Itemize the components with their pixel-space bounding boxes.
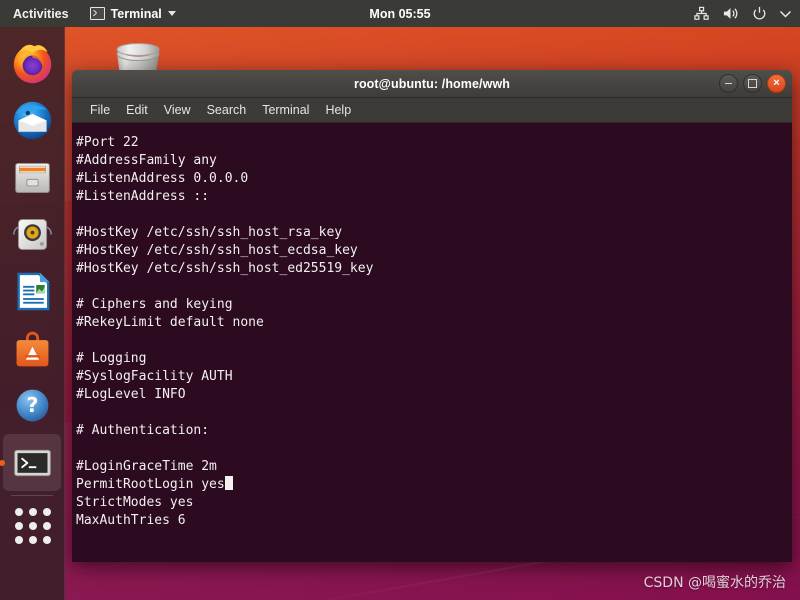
menu-file[interactable]: File bbox=[82, 101, 118, 119]
terminal-line: #ListenAddress 0.0.0.0 bbox=[76, 171, 249, 186]
apps-dot bbox=[42, 521, 51, 530]
chevron-down-icon[interactable] bbox=[780, 10, 791, 18]
dock: ? bbox=[0, 27, 65, 600]
menu-terminal[interactable]: Terminal bbox=[254, 101, 317, 119]
show-applications-button[interactable] bbox=[0, 498, 65, 553]
apps-dot bbox=[28, 535, 37, 544]
menu-help[interactable]: Help bbox=[317, 101, 359, 119]
terminal-text: #Port 22 #AddressFamily any #ListenAddress… bbox=[74, 134, 792, 530]
terminal-line: #LogLevel INFO bbox=[76, 387, 186, 402]
menu-view[interactable]: View bbox=[156, 101, 199, 119]
dock-item-rhythmbox[interactable] bbox=[0, 206, 65, 263]
apps-dot bbox=[28, 507, 37, 516]
dock-item-thunderbird[interactable] bbox=[0, 92, 65, 149]
menu-bar: File Edit View Search Terminal Help bbox=[72, 98, 792, 123]
terminal-line: MaxAuthTries 6 bbox=[76, 513, 186, 528]
terminal-line: #AddressFamily any bbox=[76, 153, 217, 168]
volume-icon[interactable] bbox=[722, 6, 739, 21]
libreoffice-writer-icon bbox=[17, 272, 50, 311]
terminal-cursor bbox=[224, 476, 233, 490]
help-icon: ? bbox=[16, 389, 49, 422]
terminal-line: #LoginGraceTime 2m bbox=[76, 459, 217, 474]
terminal-line: # Logging bbox=[76, 351, 147, 366]
terminal-body[interactable]: #Port 22 #AddressFamily any #ListenAddress… bbox=[72, 123, 792, 562]
minimize-button[interactable] bbox=[719, 74, 738, 93]
terminal-line: #HostKey /etc/ssh/ssh_host_ecdsa_key bbox=[76, 243, 358, 258]
terminal-line: #RekeyLimit default none bbox=[76, 315, 264, 330]
minimize-icon bbox=[725, 82, 732, 85]
chevron-down-icon bbox=[167, 11, 176, 16]
files-icon bbox=[15, 162, 50, 193]
dock-item-libreoffice-writer[interactable] bbox=[0, 263, 65, 320]
desktop-screen: Activities Terminal Mon 05:55 ? root@ubu… bbox=[0, 0, 800, 600]
terminal-line: #Port 22 bbox=[76, 135, 139, 150]
terminal-line: StrictModes yes bbox=[76, 495, 194, 510]
svg-text:?: ? bbox=[27, 393, 39, 417]
menu-search[interactable]: Search bbox=[199, 101, 255, 119]
terminal-line: # Authentication: bbox=[76, 423, 210, 438]
apps-dot bbox=[42, 507, 51, 516]
top-bar: Activities Terminal Mon 05:55 bbox=[0, 0, 800, 27]
window-titlebar[interactable]: root@ubuntu: /home/wwh × bbox=[72, 70, 792, 98]
apps-dot bbox=[28, 521, 37, 530]
terminal-line: #SyslogFacility AUTH bbox=[76, 369, 233, 384]
dock-item-ubuntu-software[interactable] bbox=[0, 320, 65, 377]
active-app-menu[interactable]: Terminal bbox=[89, 6, 176, 21]
dock-item-help[interactable]: ? bbox=[0, 377, 65, 434]
close-icon: × bbox=[773, 77, 780, 89]
dock-item-terminal[interactable] bbox=[0, 434, 61, 491]
terminal-icon bbox=[89, 7, 105, 20]
maximize-button[interactable] bbox=[743, 74, 762, 93]
terminal-line-with-cursor: PermitRootLogin yes bbox=[76, 476, 792, 494]
terminal-icon bbox=[13, 449, 51, 477]
network-icon[interactable] bbox=[694, 6, 709, 21]
terminal-line: #HostKey /etc/ssh/ssh_host_ed25519_key bbox=[76, 261, 374, 276]
terminal-line-text: PermitRootLogin yes bbox=[76, 477, 225, 492]
thunderbird-icon bbox=[13, 101, 52, 140]
window-title: root@ubuntu: /home/wwh bbox=[353, 76, 511, 91]
apps-dot bbox=[14, 507, 23, 516]
maximize-icon bbox=[748, 79, 757, 88]
system-indicators bbox=[694, 6, 791, 21]
window-controls: × bbox=[719, 74, 786, 93]
dock-item-firefox[interactable] bbox=[0, 35, 65, 92]
close-button[interactable]: × bbox=[767, 74, 786, 93]
ubuntu-software-icon bbox=[16, 331, 49, 367]
dock-item-files[interactable] bbox=[0, 149, 65, 206]
terminal-line: # Ciphers and keying bbox=[76, 297, 233, 312]
apps-dot bbox=[14, 521, 23, 530]
active-app-label: Terminal bbox=[110, 6, 162, 21]
activities-button[interactable]: Activities bbox=[8, 5, 74, 23]
firefox-icon bbox=[13, 44, 52, 84]
apps-dot bbox=[42, 535, 51, 544]
rhythmbox-icon bbox=[13, 219, 52, 250]
apps-dot bbox=[14, 535, 23, 544]
menu-edit[interactable]: Edit bbox=[118, 101, 156, 119]
terminal-window: root@ubuntu: /home/wwh × File Edit View … bbox=[72, 70, 792, 562]
dock-separator bbox=[11, 495, 53, 496]
power-icon[interactable] bbox=[752, 6, 767, 21]
terminal-line: #ListenAddress :: bbox=[76, 189, 210, 204]
terminal-line: #HostKey /etc/ssh/ssh_host_rsa_key bbox=[76, 225, 343, 240]
top-bar-left: Activities Terminal bbox=[8, 5, 176, 23]
watermark: CSDN @喝蜜水的乔治 bbox=[643, 575, 786, 591]
